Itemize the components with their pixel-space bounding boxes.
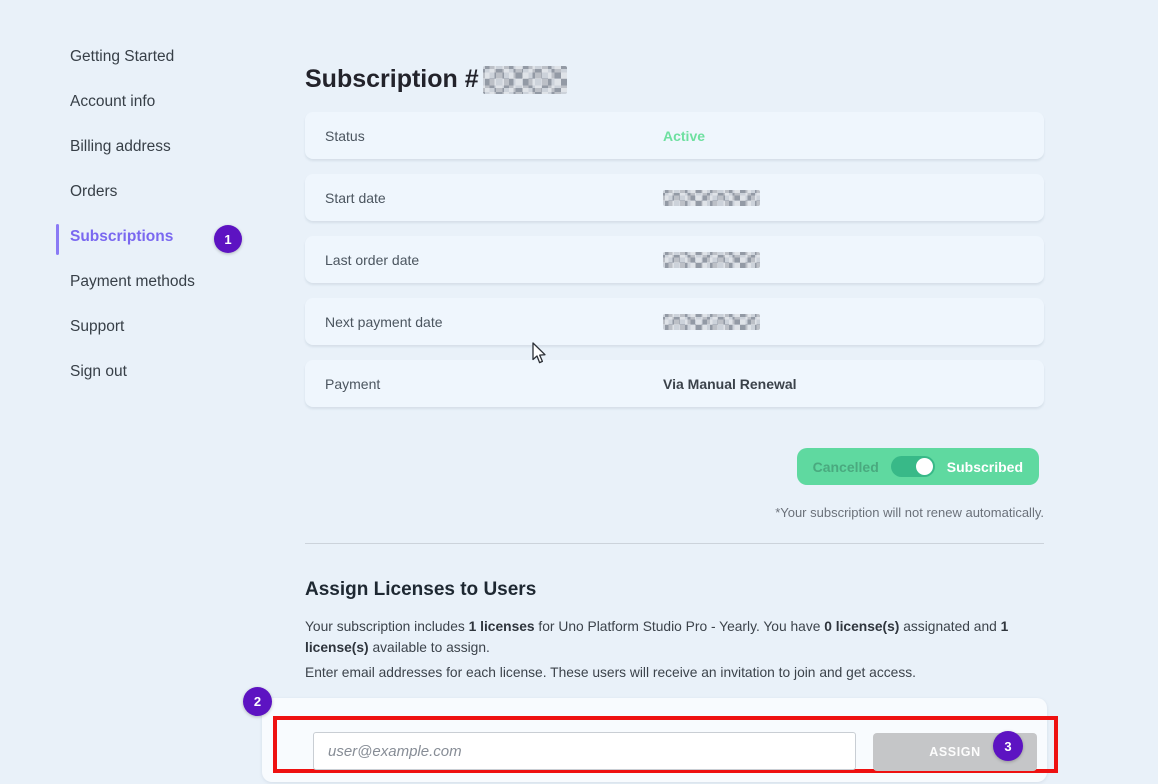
detail-row-start-date: Start date [305, 174, 1044, 221]
license-summary-text: Your subscription includes 1 licenses fo… [305, 616, 1044, 658]
active-indicator-bar [56, 224, 59, 255]
toggle-switch[interactable] [891, 456, 935, 477]
subscription-status-toggle[interactable]: Cancelled Subscribed [797, 448, 1039, 485]
renewal-footnote: *Your subscription will not renew automa… [775, 505, 1044, 520]
row-label: Start date [305, 190, 386, 206]
intro-seg: Your subscription includes [305, 619, 469, 634]
sidebar: Getting Started Account info Billing add… [70, 48, 290, 408]
sidebar-item-billing-address[interactable]: Billing address [70, 138, 290, 162]
intro-seg: for Uno Platform Studio Pro - Yearly. Yo… [535, 619, 825, 634]
detail-row-status: Status Active [305, 112, 1044, 159]
license-email-input[interactable] [313, 732, 856, 770]
subscription-details-table: Status Active Start date Last order date… [305, 112, 1044, 422]
intro-seg: assignated and [899, 619, 1000, 634]
annotation-step-1-badge: 1 [214, 225, 242, 253]
toggle-knob [916, 458, 933, 475]
email-instructions-text: Enter email addresses for each license. … [305, 665, 1044, 680]
sidebar-item-getting-started[interactable]: Getting Started [70, 48, 290, 72]
license-count: 1 licenses [469, 619, 535, 634]
sidebar-item-label: Subscriptions [70, 228, 173, 245]
redacted-value-block [663, 190, 760, 206]
annotation-step-3-badge: 3 [993, 731, 1023, 761]
assign-licenses-heading: Assign Licenses to Users [305, 579, 536, 601]
redacted-start-date [663, 189, 760, 206]
detail-row-last-order-date: Last order date [305, 236, 1044, 283]
redacted-value-block [663, 314, 760, 330]
row-label: Next payment date [305, 314, 443, 330]
sidebar-item-support[interactable]: Support [70, 318, 290, 342]
toggle-cancelled-label: Cancelled [813, 459, 879, 475]
sidebar-item-subscriptions[interactable]: Subscriptions 1 [70, 228, 290, 252]
page-title: Subscription # [305, 65, 567, 94]
payment-method-value: Via Manual Renewal [663, 376, 797, 392]
sidebar-item-payment-methods[interactable]: Payment methods [70, 273, 290, 297]
status-value: Active [663, 128, 705, 144]
redacted-value-block [663, 252, 760, 268]
toggle-subscribed-label: Subscribed [947, 459, 1023, 475]
row-label: Status [305, 128, 365, 144]
page-title-text: Subscription # [305, 65, 479, 93]
intro-seg: available to assign. [369, 640, 490, 655]
redacted-subscription-number [483, 66, 567, 94]
annotation-step-2-badge: 2 [243, 687, 272, 716]
redacted-next-payment-date [663, 313, 760, 330]
row-label: Last order date [305, 252, 419, 268]
row-label: Payment [305, 376, 380, 392]
detail-row-next-payment-date: Next payment date [305, 298, 1044, 345]
detail-row-payment: Payment Via Manual Renewal [305, 360, 1044, 407]
sidebar-item-orders[interactable]: Orders [70, 183, 290, 207]
sidebar-item-sign-out[interactable]: Sign out [70, 363, 290, 387]
section-divider [305, 543, 1044, 544]
assigned-count: 0 license(s) [824, 619, 899, 634]
redacted-last-order-date [663, 251, 760, 268]
sidebar-item-account-info[interactable]: Account info [70, 93, 290, 117]
